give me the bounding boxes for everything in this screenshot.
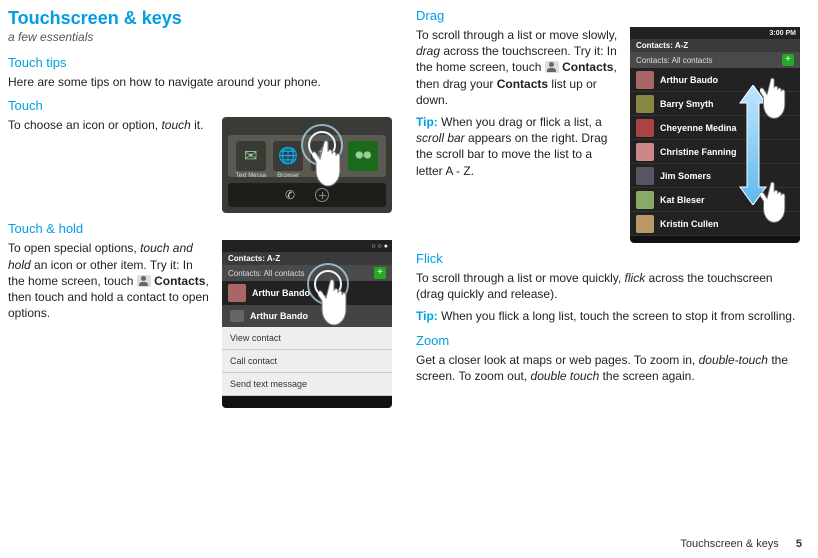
avatar — [636, 119, 654, 137]
page-subtitle: a few essentials — [8, 29, 392, 45]
contacts-icon — [545, 61, 559, 73]
touch-tips-intro: Here are some tips on how to navigate ar… — [8, 74, 392, 90]
avatar — [636, 191, 654, 209]
page-footer: Touchscreen & keys 5 — [680, 538, 802, 550]
avatar — [636, 143, 654, 161]
illustration-touch-hold: ○ ○ ● Contacts: A-Z Contacts: All contac… — [222, 240, 392, 408]
hand-icon — [320, 276, 380, 336]
status-bar: 3:00 PM — [630, 27, 800, 39]
illustration-touch: ✉Text Messa 🌐Browser 🛍 ⏺⏺ ✆ — [222, 117, 392, 213]
touch-hold-body: To open special options, touch and hold … — [8, 240, 212, 321]
footer-page-number: 5 — [796, 538, 802, 550]
contacts-subheader: Contacts: All contacts+ — [630, 52, 800, 68]
hand-icon — [760, 177, 806, 227]
app-text-messaging: ✉Text Messa — [236, 141, 266, 171]
drag-body: To scroll through a list or move slowly,… — [416, 27, 620, 108]
heading-touch-tips: Touch tips — [8, 55, 392, 70]
heading-touch: Touch — [8, 98, 392, 113]
flick-body: To scroll through a list or move quickly… — [416, 270, 800, 302]
status-bar: ○ ○ ● — [222, 240, 392, 252]
menu-item: Send text message — [222, 373, 392, 396]
phone-icon: ✆ — [285, 188, 295, 202]
heading-touch-hold: Touch & hold — [8, 221, 392, 236]
avatar — [228, 284, 246, 302]
app-browser: 🌐Browser — [273, 141, 303, 171]
contact-row: Christine Fanning — [630, 140, 800, 164]
footer-section: Touchscreen & keys — [680, 538, 778, 550]
avatar — [636, 95, 654, 113]
heading-zoom: Zoom — [416, 333, 800, 348]
heading-flick: Flick — [416, 251, 800, 266]
avatar — [636, 71, 654, 89]
contacts-icon — [137, 275, 151, 287]
drag-tip: Tip: When you drag or flick a list, a sc… — [416, 114, 620, 179]
hand-icon — [760, 73, 806, 123]
zoom-body: Get a closer look at maps or web pages. … — [416, 352, 800, 384]
touch-body: To choose an icon or option, touch it. — [8, 117, 212, 133]
contacts-header: Contacts: A-Z — [630, 39, 800, 52]
contacts-header: Contacts: A-Z — [222, 252, 392, 265]
contacts-icon — [230, 310, 244, 322]
illustration-drag: 3:00 PM Contacts: A-Z Contacts: All cont… — [630, 27, 800, 243]
heading-drag: Drag — [416, 8, 800, 23]
add-contact-icon: + — [782, 54, 794, 66]
flick-tip: Tip: When you flick a long list, touch t… — [416, 308, 800, 324]
hand-icon — [314, 137, 374, 197]
page-title: Touchscreen & keys — [8, 8, 392, 29]
avatar — [636, 167, 654, 185]
menu-item: Call contact — [222, 350, 392, 373]
avatar — [636, 215, 654, 233]
